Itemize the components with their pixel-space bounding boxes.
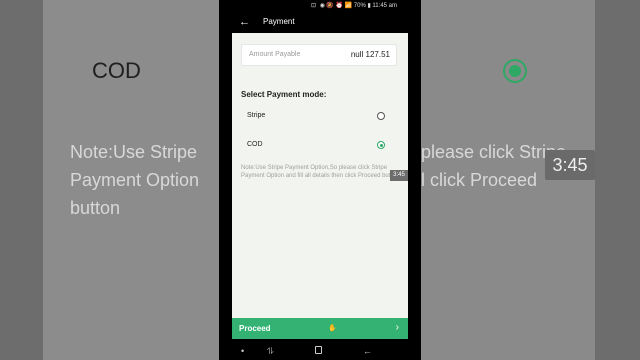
proceed-button[interactable]: Proceed ✋ ›	[232, 318, 408, 339]
touch-cursor-icon: ✋	[328, 325, 337, 332]
proceed-button-label: Proceed	[239, 324, 271, 333]
background-cod-label: COD	[92, 58, 141, 83]
chevron-right-icon: ›	[395, 322, 399, 333]
status-system-info: 🔕 ⏰ 📶 70% ▮ 11:45 am	[326, 3, 397, 9]
payment-mode-heading: Select Payment mode:	[241, 90, 327, 99]
android-nav-bar: • ⥮ ←	[219, 342, 421, 360]
page-title: Payment	[263, 17, 295, 26]
nav-dot-icon[interactable]: •	[241, 345, 244, 357]
home-icon[interactable]	[315, 346, 322, 354]
background-note-left-line: button	[70, 198, 121, 218]
back-arrow-icon[interactable]: ←	[239, 15, 250, 29]
payment-content: Amount Payable null 127.51 Select Paymen…	[232, 33, 408, 318]
radio-unchecked-icon[interactable]	[377, 112, 385, 120]
status-bar: ⊡ ◉ ◔ ◆ 🔕 ⏰ 📶 70% ▮ 11:45 am	[219, 0, 421, 11]
amount-payable-box: Amount Payable null 127.51	[241, 44, 397, 66]
background-time-label: 3:45	[545, 150, 595, 180]
payment-option-cod[interactable]: COD	[232, 137, 408, 155]
background-note-left-line: Note:Use Stripe	[70, 142, 198, 162]
recent-apps-icon[interactable]: ⥮	[267, 345, 274, 357]
nav-back-icon[interactable]: ←	[363, 345, 372, 357]
video-time-badge: 3:45	[390, 170, 408, 181]
screenshot-stage: COD Note:Use Stripe Payment Option butto…	[0, 0, 640, 360]
payment-option-label: COD	[247, 141, 263, 148]
amount-payable-value: null 127.51	[350, 50, 390, 59]
payment-note: Note:Use Stripe Payment Option,So please…	[241, 165, 399, 179]
amount-payable-label: Amount Payable	[249, 51, 301, 58]
payment-option-stripe[interactable]: Stripe	[232, 108, 408, 126]
radio-checked-icon[interactable]	[377, 141, 385, 149]
app-header: ← Payment	[219, 11, 421, 33]
background-radio-icon	[503, 59, 527, 83]
payment-option-label: Stripe	[247, 112, 266, 119]
background-note-left-line: Payment Option	[70, 170, 200, 190]
background-note-left: Note:Use Stripe Payment Option button	[70, 138, 218, 222]
